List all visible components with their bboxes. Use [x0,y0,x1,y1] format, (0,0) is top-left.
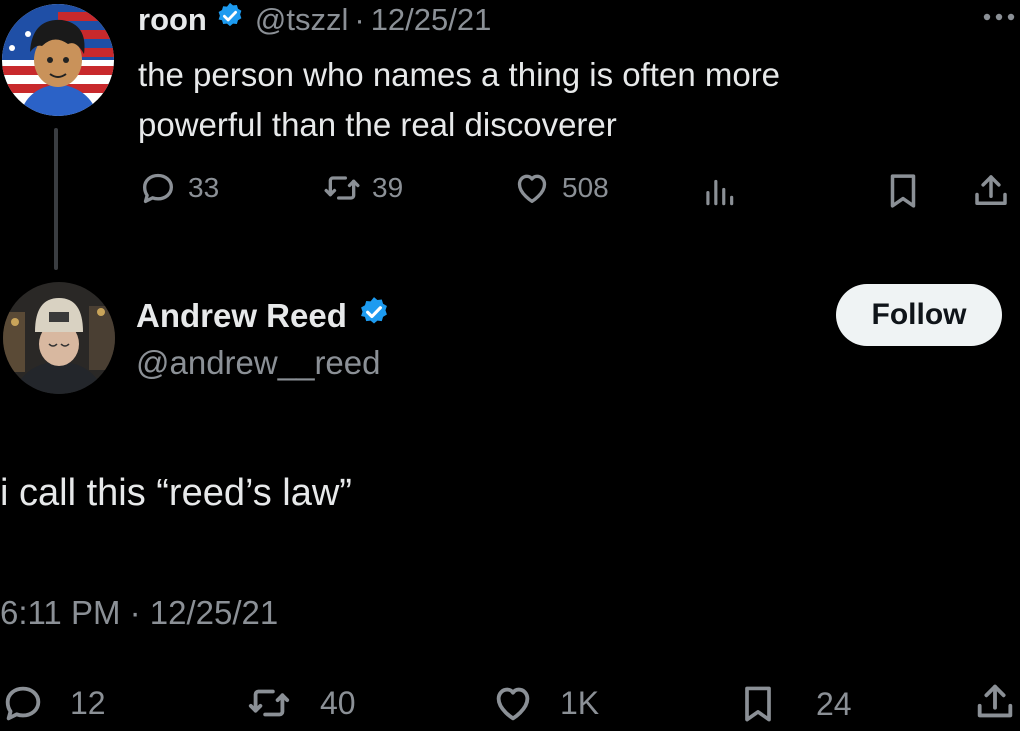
main-reply-button[interactable]: 12 [0,680,106,726]
repost-icon [248,689,290,717]
main-like-button[interactable]: 1K [488,680,599,726]
repost-icon [324,176,360,200]
avatar-andrew-reed-image [3,282,115,394]
main-author-handle[interactable]: @andrew__reed [136,344,381,382]
quoted-header: roon @tszzl · 12/25/21 [138,0,491,40]
verified-badge-icon [215,1,245,39]
quoted-text-line2: powerful than the real discoverer [138,106,617,143]
quoted-like-count: 508 [562,172,609,203]
quoted-reply-button[interactable]: 33 [138,168,219,208]
main-repost-count: 40 [320,684,356,721]
heart-icon [496,687,530,721]
avatar-roon[interactable] [2,4,114,116]
heart-icon [517,174,547,203]
quoted-share-icon[interactable] [970,170,1012,217]
main-author-name[interactable]: Andrew Reed [136,297,347,335]
quoted-bookmark-icon[interactable] [882,170,924,217]
thread-connector-line [54,128,58,270]
more-options-icon[interactable] [982,10,1016,29]
avatar-andrew-reed[interactable] [3,282,115,394]
quoted-author-name[interactable]: roon [138,2,207,38]
main-timestamp[interactable]: 6:11 PM · 12/25/21 [0,594,278,632]
quoted-tweet-text: the person who names a thing is often mo… [138,50,780,150]
analytics-icon[interactable] [700,172,738,215]
reply-icon [5,686,41,721]
main-tweet-text: i call this “reed’s law” [0,472,352,514]
verified-badge-icon [357,295,391,337]
quoted-like-button[interactable]: 508 [512,168,609,208]
quoted-separator: · [354,2,365,37]
reply-icon [143,173,173,203]
avatar-roon-image [2,4,114,116]
quoted-repost-button[interactable]: 39 [322,168,403,208]
quoted-repost-count: 39 [372,172,404,203]
main-bookmark-count: 24 [816,685,852,722]
main-reply-count: 12 [70,684,106,721]
main-like-count: 1K [560,684,600,721]
quoted-date[interactable]: 12/25/21 [371,2,492,38]
main-bookmark-button[interactable]: 24 [736,680,852,728]
main-share-icon[interactable] [972,678,1018,731]
quoted-text-line1: the person who names a thing is often mo… [138,56,781,93]
main-repost-button[interactable]: 40 [244,680,356,726]
quoted-handle[interactable]: @tszzl [255,2,348,38]
follow-button[interactable]: Follow [836,284,1002,346]
main-author-row: Andrew Reed [136,294,391,338]
bookmark-icon [745,686,771,722]
quoted-reply-count: 33 [188,172,220,203]
